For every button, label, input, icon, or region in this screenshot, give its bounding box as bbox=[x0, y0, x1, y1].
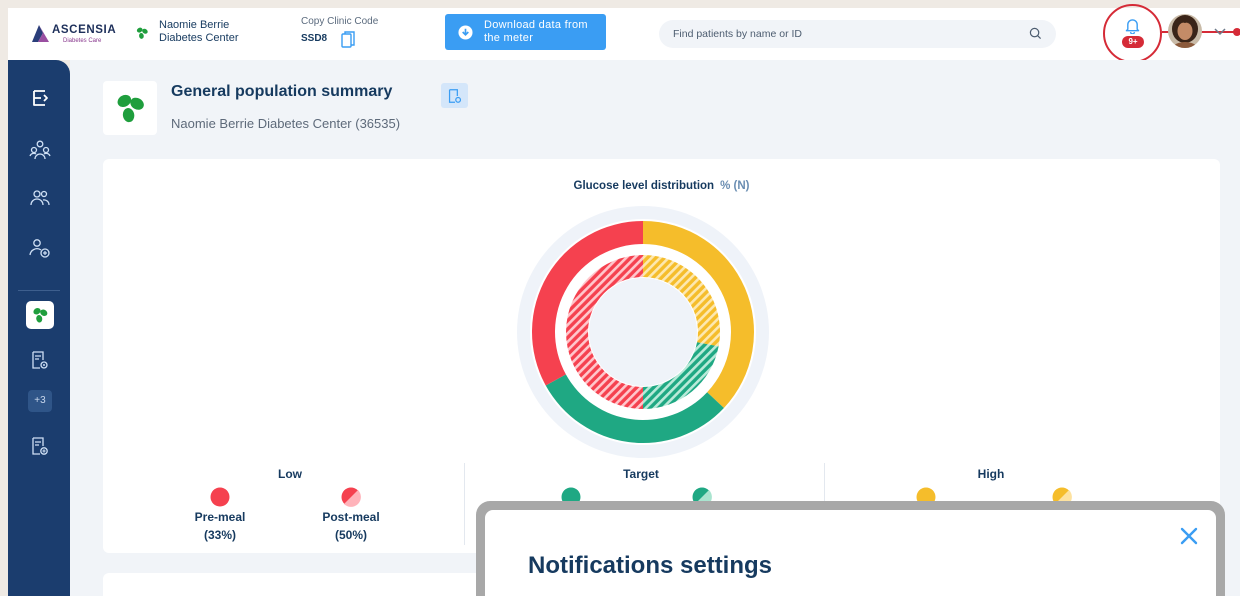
add-report-icon bbox=[32, 437, 48, 455]
chart-title-text: Glucose level distribution bbox=[573, 180, 715, 192]
notification-count-badge: 9+ bbox=[1122, 36, 1144, 48]
patient-search bbox=[659, 20, 1056, 48]
clinic-clover-icon bbox=[33, 308, 48, 323]
page-subtitle: Naomie Berrie Diabetes Center (36535) bbox=[171, 116, 401, 131]
dialog-title: Notifications settings bbox=[528, 552, 773, 579]
clinic-code-value: SSD8 bbox=[301, 33, 328, 44]
download-data-label: Download data from the meter bbox=[484, 19, 588, 44]
notifications-button[interactable]: 9+ bbox=[1103, 4, 1162, 63]
clinic-code: Copy Clinic Code SSD8 bbox=[301, 16, 401, 48]
add-patient-icon bbox=[29, 239, 50, 258]
legend-low-premeal-label: Pre-meal bbox=[194, 510, 246, 524]
sidebar-item-add-patient[interactable] bbox=[26, 234, 54, 262]
legend-low-postmeal-value: (50%) bbox=[334, 528, 367, 542]
notifications-settings-dialog: Notifications settings bbox=[476, 501, 1225, 596]
chart-unit: % (N) bbox=[720, 180, 750, 192]
avatar[interactable] bbox=[1168, 14, 1202, 48]
page-title: General population summary bbox=[171, 83, 393, 100]
brand-name: ASCENSIA bbox=[52, 24, 117, 36]
legend-low-premeal-value: (33%) bbox=[203, 528, 236, 542]
user-photo-icon bbox=[1168, 14, 1202, 48]
organization-icon bbox=[29, 140, 51, 160]
glucose-distribution-card: Glucose level distribution % (N) Low Pre-… bbox=[103, 159, 1220, 553]
report-settings-button[interactable] bbox=[441, 83, 468, 108]
patients-icon bbox=[30, 190, 50, 206]
sidebar: +3 bbox=[8, 60, 70, 596]
clinic-clover-icon bbox=[117, 94, 144, 123]
bell-icon bbox=[1125, 19, 1140, 34]
download-data-button[interactable]: Download data from the meter bbox=[445, 14, 606, 50]
dialog-panel: Notifications settings bbox=[485, 510, 1216, 596]
glucose-donut-chart bbox=[517, 206, 769, 458]
legend-low: Low Pre-meal (33%) Post-meal (50%) bbox=[110, 463, 470, 549]
clinic-clover-icon bbox=[136, 27, 148, 39]
close-icon[interactable] bbox=[1179, 526, 1199, 546]
premeal-low-dot bbox=[210, 487, 230, 507]
sidebar-item-add-report[interactable] bbox=[26, 432, 54, 460]
report-settings-icon bbox=[448, 89, 462, 103]
sidebar-more-button[interactable]: +3 bbox=[28, 390, 52, 412]
legend-low-title: Low bbox=[278, 467, 302, 481]
chevron-down-icon[interactable] bbox=[1214, 28, 1226, 36]
sidebar-item-clinic[interactable] bbox=[26, 301, 54, 329]
sidebar-item-report-settings[interactable] bbox=[26, 346, 54, 374]
postmeal-low-dot bbox=[341, 487, 361, 507]
legend-low-postmeal: Post-meal (50%) bbox=[301, 487, 401, 543]
ascensia-logo-icon bbox=[32, 25, 49, 42]
clinic-name: Naomie Berrie Diabetes Center bbox=[159, 19, 239, 44]
brand-logo[interactable]: ASCENSIA Diabetes Care bbox=[30, 23, 130, 47]
legend-high-title: High bbox=[977, 467, 1005, 481]
report-settings-icon bbox=[32, 351, 48, 369]
search-icon[interactable] bbox=[1029, 27, 1042, 40]
exit-icon bbox=[33, 90, 48, 106]
sidebar-divider bbox=[18, 290, 60, 291]
copy-icon[interactable] bbox=[341, 31, 355, 49]
legend-target-title: Target bbox=[623, 467, 659, 481]
sidebar-item-exit[interactable] bbox=[26, 84, 54, 112]
top-bar: ASCENSIA Diabetes Care Naomie Berrie Dia… bbox=[8, 4, 1240, 63]
legend-low-premeal: Pre-meal (33%) bbox=[170, 487, 270, 543]
donut-hole bbox=[589, 278, 697, 386]
brand-subtitle: Diabetes Care bbox=[63, 38, 102, 44]
sidebar-item-patients[interactable] bbox=[26, 184, 54, 212]
sidebar-item-organization[interactable] bbox=[26, 136, 54, 164]
chart-title: Glucose level distribution % (N) bbox=[103, 180, 1220, 192]
clinic-logo bbox=[103, 81, 157, 135]
clinic-code-label: Copy Clinic Code bbox=[301, 16, 379, 27]
download-icon bbox=[458, 25, 473, 40]
search-input[interactable] bbox=[673, 26, 1013, 42]
legend-low-postmeal-label: Post-meal bbox=[322, 510, 380, 524]
